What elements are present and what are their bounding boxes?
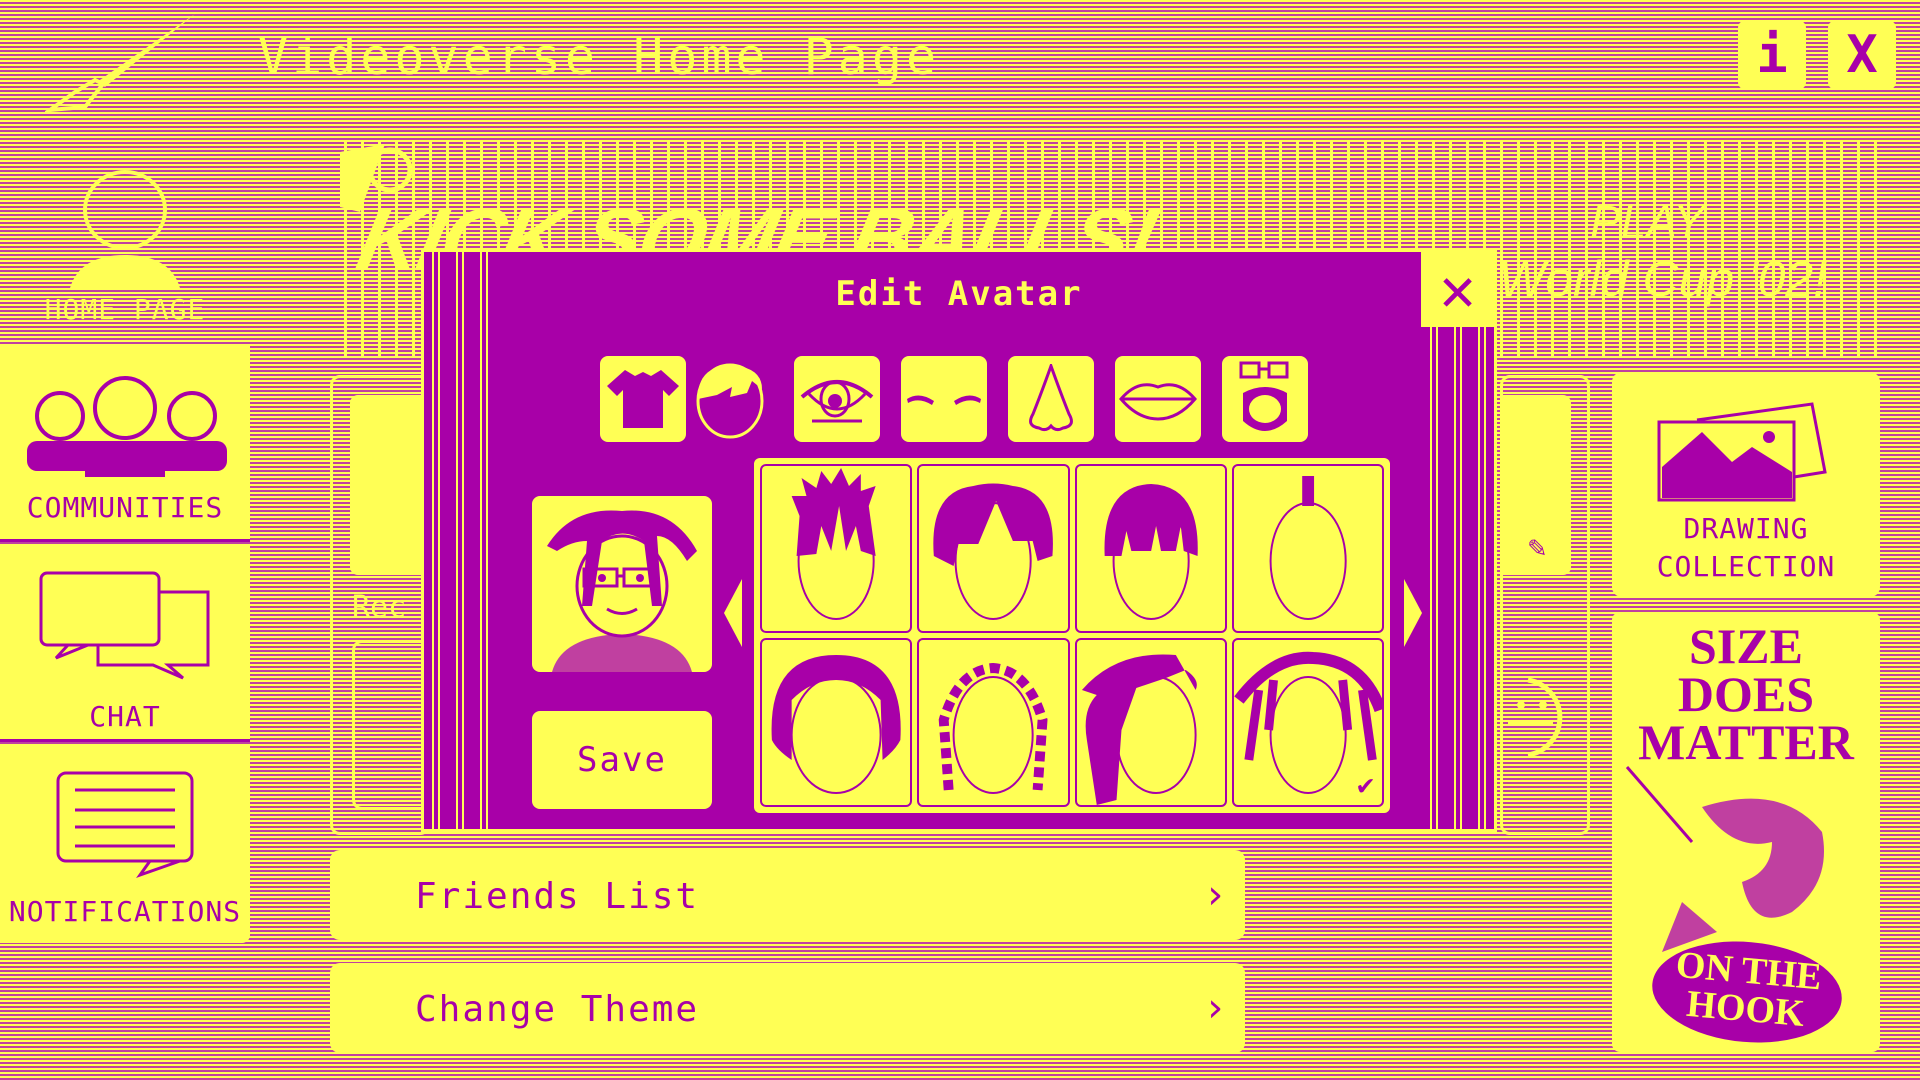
recent-avatar-thumbnail [350,395,430,575]
hair-spiky-icon [791,468,876,620]
previous-page-arrow-icon[interactable] [724,579,742,647]
fishing-ad[interactable]: SIZE DOES MATTER ON THE HOOK [1612,612,1880,1052]
save-button[interactable]: Save [532,711,712,809]
smiley-icon[interactable] [1503,675,1568,760]
hair-option-bowl-parted[interactable] [917,464,1070,633]
chevron-right-icon: › [1202,872,1227,918]
hair-option-afro[interactable] [760,638,913,807]
drawing-collection-label: DRAWING COLLECTION [1612,510,1880,586]
dialog-right-border [1421,327,1494,829]
recent-drawing-thumbnail [352,640,430,810]
hair-option-dreadlocks[interactable]: ✔ [1231,638,1384,807]
recent-label: Rec [352,590,407,625]
change-theme-button[interactable]: Change Theme › [330,963,1245,1053]
friends-list-button[interactable]: Friends List › [330,850,1245,940]
hair-option-mohawk[interactable] [1231,464,1384,633]
tab-eyes[interactable] [794,356,880,442]
ad-headline-line1: SIZE [1689,618,1803,674]
hair-afro-icon [771,655,901,794]
sidebar-item-label: NOTIFICATIONS [8,895,242,928]
group-icon [27,376,227,477]
tab-shirt[interactable] [600,356,686,442]
tab-mouth[interactable] [1115,356,1201,442]
info-button[interactable]: i [1738,20,1806,90]
hair-option-long-side-swept[interactable] [1074,638,1227,807]
sidebar-item-notifications[interactable]: NOTIFICATIONS [0,745,250,943]
next-page-arrow-icon[interactable] [1404,579,1422,647]
ad-headline-line2: DOES [1677,666,1815,722]
edit-avatar-dialog: ✕ Edit Avatar Save ✔ [421,249,1497,832]
hair-icon [696,363,764,439]
selected-checkmark-icon: ✔ [1357,768,1374,801]
edit-icon[interactable]: ✎ [1528,530,1546,565]
drawing-collection-button[interactable]: DRAWING COLLECTION [1612,372,1880,597]
sidebar-item-home-page[interactable]: HOME PAGE [0,165,250,345]
tab-nose[interactable] [1008,356,1094,442]
chevron-right-icon: › [1202,985,1227,1031]
change-theme-label: Change Theme [415,989,700,1030]
hair-option-spiky[interactable] [760,464,913,633]
paintbrush-icon [45,14,195,112]
hair-option-straight-bangs[interactable] [1074,464,1227,633]
shirt-icon [607,370,679,428]
hair-mohawk-icon [1269,476,1347,620]
message-icon [56,771,194,878]
avatar-image [547,510,697,672]
pictures-icon [1657,402,1827,502]
label-line2: COLLECTION [1656,550,1836,583]
ad-headline-line3: MATTER [1638,714,1854,770]
hair-bowl-parted-icon [933,483,1054,620]
sidebar-item-label: HOME PAGE [44,293,206,326]
sidebar-item-communities[interactable]: COMMUNITIES [0,346,250,542]
sidebar-item-label: COMMUNITIES [26,491,224,524]
hair-options-grid: ✔ [754,458,1390,813]
eye-icon [800,380,874,423]
avatar-preview [532,496,712,672]
person-icon [70,170,180,288]
chat-bubbles-icon [39,571,210,680]
page-title: Videoverse Home Page [258,28,941,86]
lips-icon [1119,383,1197,421]
ad-headline: SIZE DOES MATTER [1612,618,1880,770]
close-button[interactable]: X [1828,20,1896,90]
fish-icon [1625,766,1824,952]
friends-list-label: Friends List [415,876,700,917]
sidebar-item-label: CHAT [89,700,161,733]
hair-long-side-swept-icon [1081,654,1197,805]
hair-cornrows-icon [938,662,1048,794]
nose-icon [1029,364,1073,432]
label-line1: DRAWING [1683,512,1809,545]
banner-cta-line2: World Cup '02! [1498,251,1828,307]
eyebrows-icon [907,395,981,405]
dialog-left-border [424,252,497,829]
glasses-beard-icon [1239,361,1289,431]
banner-cta-line1: PLAY [1590,196,1705,248]
hair-straight-bangs-icon [1104,484,1198,620]
tab-hair[interactable] [687,356,773,442]
sidebar-item-chat[interactable]: CHAT [0,545,250,742]
hair-option-cornrows[interactable] [917,638,1070,807]
dialog-title: Edit Avatar [835,274,1083,314]
tab-eyebrows[interactable] [901,356,987,442]
tab-accessories[interactable] [1222,356,1308,442]
